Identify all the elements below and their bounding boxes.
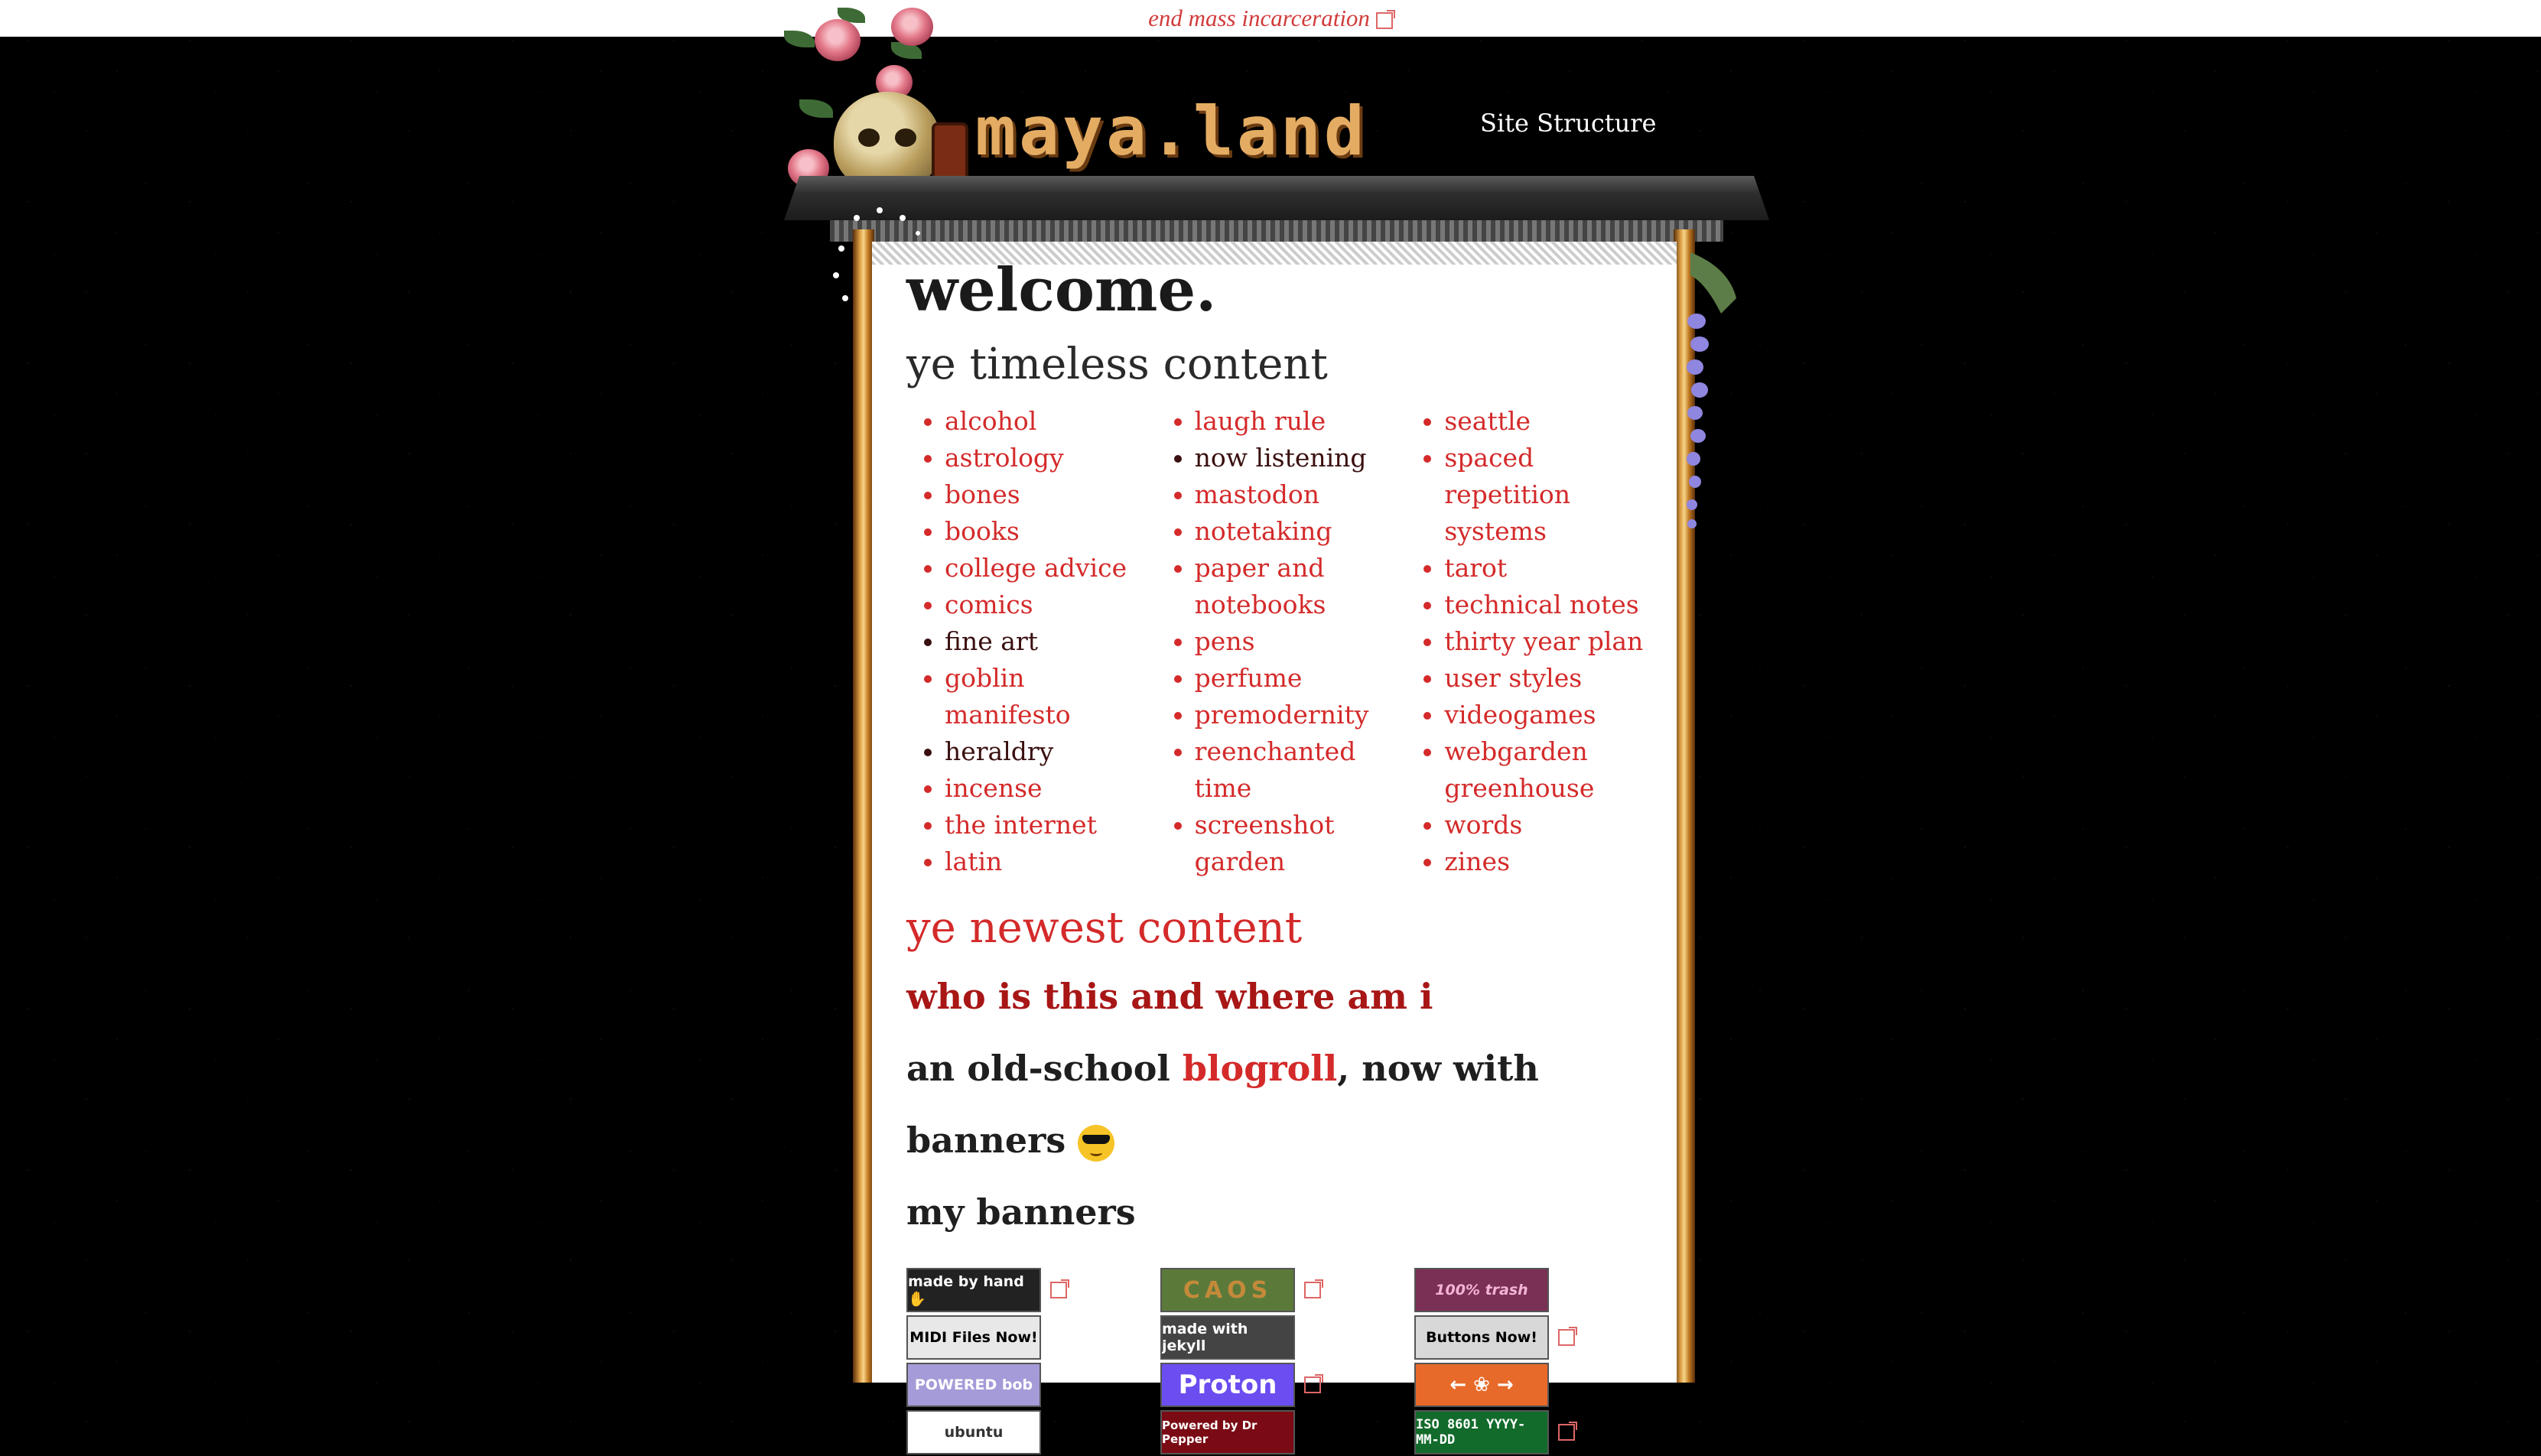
topic-link-incense[interactable]: incense	[945, 770, 1157, 807]
topic-link-tarot[interactable]: tarot	[1444, 550, 1656, 587]
top-link-text: end mass incarceration	[1148, 5, 1370, 31]
external-link-icon	[1558, 1327, 1577, 1346]
banner-made-by-hand[interactable]: made by hand ✋	[906, 1268, 1041, 1312]
topic-link-goblin-manifesto[interactable]: goblin manifesto	[945, 660, 1157, 733]
topic-link-books[interactable]: books	[945, 513, 1157, 550]
topic-link-pens[interactable]: pens	[1195, 623, 1407, 660]
topic-column-3: seattle spaced repetition systems tarot …	[1406, 403, 1656, 880]
blogroll-line: an old-school blogroll, now with banners	[906, 1032, 1656, 1176]
topic-link-spaced-repetition[interactable]: spaced repetition systems	[1444, 440, 1656, 550]
banner-caos[interactable]: CAOS	[1160, 1268, 1295, 1312]
topic-columns: alcohol astrology bones books college ad…	[906, 403, 1656, 880]
topic-link-seattle[interactable]: seattle	[1444, 403, 1656, 440]
topic-link-webgarden[interactable]: webgarden	[1444, 733, 1656, 770]
topic-link-greenhouse[interactable]: greenhouse	[1444, 770, 1656, 807]
banner-buttons-now[interactable]: Buttons Now!	[1414, 1315, 1549, 1360]
topic-link-college-advice[interactable]: college advice	[945, 550, 1157, 587]
topic-link-zines[interactable]: zines	[1444, 843, 1656, 880]
topic-link-thirty-year-plan[interactable]: thirty year plan	[1444, 623, 1656, 660]
banner-column-2: CAOS made with jekyll Proton Powered by …	[1160, 1266, 1414, 1456]
topic-link-laugh-rule[interactable]: laugh rule	[1195, 403, 1407, 440]
end-mass-incarceration-link[interactable]: end mass incarceration	[1148, 0, 1395, 37]
topic-link-astrology[interactable]: astrology	[945, 440, 1157, 476]
timeless-heading: ye timeless content	[906, 340, 1328, 389]
banners-heading: my banners	[906, 1191, 1136, 1233]
topic-link-fine-art[interactable]: fine art	[945, 623, 1157, 660]
topic-link-bones[interactable]: bones	[945, 476, 1157, 513]
banner-column-3: 100% trash Buttons Now! ← ❀ → ISO 8601 Y…	[1414, 1266, 1668, 1456]
banner-powered-bob[interactable]: POWERED bob	[906, 1363, 1041, 1407]
external-link-icon	[1304, 1279, 1323, 1298]
blogroll-pre: an old-school	[906, 1048, 1183, 1089]
topic-link-alcohol[interactable]: alcohol	[945, 403, 1157, 440]
topic-link-screenshot-garden[interactable]: screenshot garden	[1195, 807, 1407, 880]
banner-proton[interactable]: Proton	[1160, 1363, 1295, 1407]
banner-ubuntu[interactable]: ubuntu	[906, 1410, 1041, 1454]
external-link-icon	[1375, 9, 1395, 29]
banner-grid: made by hand ✋ MIDI Files Now! POWERED b…	[906, 1266, 1656, 1456]
site-structure-link[interactable]: Site Structure	[1480, 109, 1656, 138]
topic-link-notetaking[interactable]: notetaking	[1195, 513, 1407, 550]
banner-dr-pepper[interactable]: Powered by Dr Pepper	[1160, 1410, 1295, 1454]
cornice-band	[830, 220, 1723, 242]
banner-column-1: made by hand ✋ MIDI Files Now! POWERED b…	[906, 1266, 1160, 1456]
topic-link-now-listening[interactable]: now listening	[1195, 440, 1407, 476]
wisteria-decoration	[1687, 252, 1736, 528]
who-link[interactable]: who is this and where am i	[906, 960, 1656, 1032]
newest-heading[interactable]: ye newest content	[906, 903, 1656, 953]
sunglasses-emoji-icon	[1078, 1125, 1115, 1162]
topic-link-videogames[interactable]: videogames	[1444, 697, 1656, 733]
topic-link-mastodon[interactable]: mastodon	[1195, 476, 1407, 513]
page-title: welcome.	[906, 255, 1217, 325]
banner-midi-files[interactable]: MIDI Files Now!	[906, 1315, 1041, 1360]
banner-iso-8601[interactable]: ISO 8601 YYYY-MM-DD	[1414, 1410, 1549, 1454]
external-link-icon	[1050, 1279, 1069, 1298]
main-content: welcome. ye timeless content alcohol ast…	[906, 252, 1656, 1456]
topic-link-heraldry[interactable]: heraldry	[945, 733, 1157, 770]
topic-link-premodernity[interactable]: premodernity	[1195, 697, 1407, 733]
topic-link-technical-notes[interactable]: technical notes	[1444, 587, 1656, 623]
topic-column-2: laugh rule now listening mastodon noteta…	[1157, 403, 1407, 880]
banner-webring[interactable]: ← ❀ →	[1414, 1363, 1549, 1407]
topic-column-1: alcohol astrology bones books college ad…	[906, 403, 1157, 880]
site-logo[interactable]: maya.land	[975, 92, 1368, 171]
topic-link-the-internet[interactable]: the internet	[945, 807, 1157, 843]
topic-link-latin[interactable]: latin	[945, 843, 1157, 880]
topic-link-paper-and-notebooks[interactable]: paper and notebooks	[1195, 550, 1407, 623]
topic-link-user-styles[interactable]: user styles	[1444, 660, 1656, 697]
left-pillar	[853, 229, 874, 1383]
topic-link-perfume[interactable]: perfume	[1195, 660, 1407, 697]
banner-100-trash[interactable]: 100% trash	[1414, 1268, 1549, 1312]
topic-link-words[interactable]: words	[1444, 807, 1656, 843]
banner-jekyll[interactable]: made with jekyll	[1160, 1315, 1295, 1360]
external-link-icon	[1304, 1374, 1323, 1393]
external-link-icon	[1558, 1422, 1577, 1441]
blogroll-link[interactable]: blogroll	[1183, 1048, 1337, 1089]
topic-link-reenchanted-time[interactable]: reenchanted time	[1195, 733, 1407, 807]
topic-link-comics[interactable]: comics	[945, 587, 1157, 623]
top-banner: end mass incarceration	[0, 0, 2541, 37]
